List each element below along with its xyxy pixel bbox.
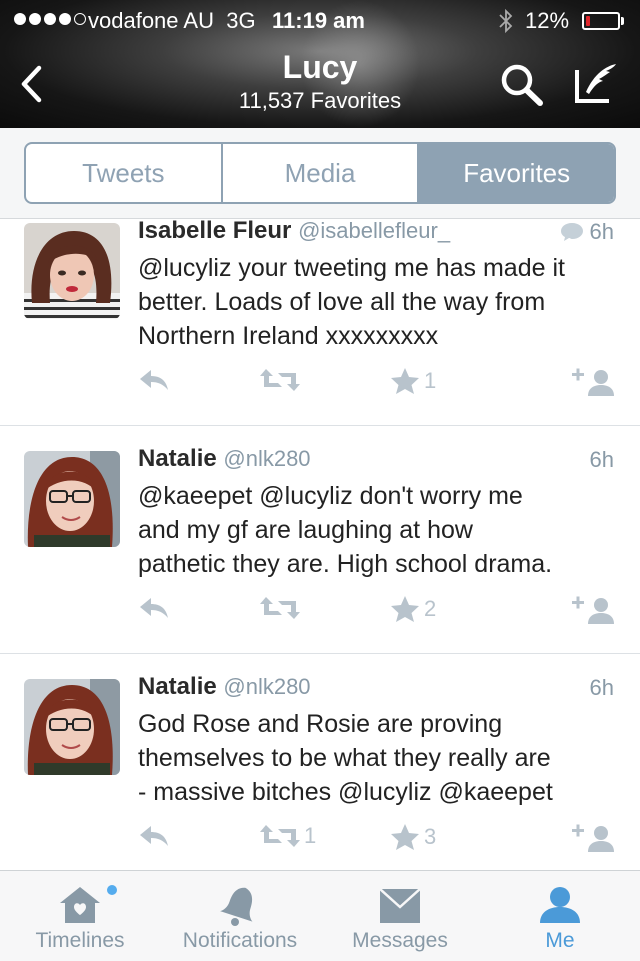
tweet-item[interactable]: Isabelle Fleur @isabellefleur_ 6h @lucyl… <box>0 219 640 426</box>
tweet-actions: 2 <box>138 595 618 627</box>
compose-tweet-icon[interactable] <box>572 60 622 106</box>
retweet-button[interactable] <box>260 367 304 393</box>
add-user-icon <box>572 596 614 624</box>
follow-button[interactable] <box>572 823 616 853</box>
tab-tweets[interactable]: Tweets <box>26 144 221 202</box>
star-icon <box>391 824 419 850</box>
bottom-tab-bar: Timelines Notifications Messages Me <box>0 870 640 961</box>
signal-strength-icon <box>14 13 86 25</box>
reply-bubble-icon <box>560 223 583 241</box>
tab-timelines[interactable]: Timelines <box>0 871 160 961</box>
profile-header: vodafone AU 3G 11:19 am 12% Lucy 11,537 … <box>0 0 640 128</box>
tweet-author[interactable]: Natalie @nlk280 <box>138 673 311 701</box>
retweet-button[interactable] <box>260 595 304 621</box>
tweet-item[interactable]: Natalie @nlk280 6h @kaeepet @lucyliz don… <box>0 425 640 654</box>
follow-button[interactable] <box>572 367 616 397</box>
battery-icon <box>582 12 620 30</box>
reply-icon <box>140 826 168 846</box>
reply-button[interactable] <box>138 823 170 849</box>
bell-icon <box>220 887 253 926</box>
bluetooth-icon <box>499 8 513 34</box>
favorite-button[interactable]: 2 <box>390 595 436 623</box>
new-activity-dot <box>107 885 117 895</box>
tab-label: Notifications <box>182 929 298 952</box>
star-icon <box>391 368 419 394</box>
add-user-icon <box>572 824 614 852</box>
tab-messages[interactable]: Messages <box>320 871 480 961</box>
tweet-timestamp: 6h <box>560 219 614 245</box>
tab-label: Me <box>545 929 575 952</box>
person-icon <box>540 887 580 923</box>
reply-icon <box>140 370 168 390</box>
tweet-author[interactable]: Isabelle Fleur @isabellefleur_ <box>138 219 450 245</box>
tweet-text: @lucyliz your tweeting me has made it bet… <box>138 254 565 350</box>
tab-label: Messages <box>352 929 448 952</box>
follow-button[interactable] <box>572 595 616 625</box>
tweet-item[interactable]: Natalie @nlk280 6h God Rose and Rosie ar… <box>0 653 640 870</box>
avatar[interactable] <box>24 679 120 775</box>
battery-percentage: 12% <box>525 8 570 33</box>
search-icon[interactable] <box>498 62 546 108</box>
profile-segmented-control: Tweets Media Favorites <box>24 142 616 204</box>
favorites-feed[interactable]: Isabelle Fleur @isabellefleur_ 6h @lucyl… <box>0 219 640 870</box>
tweet-timestamp: 6h <box>589 447 614 472</box>
tweet-actions: 1 <box>138 367 618 399</box>
tab-favorites[interactable]: Favorites <box>417 144 614 202</box>
status-bar: vodafone AU 3G 11:19 am 12% <box>0 0 640 40</box>
segment-bar: Tweets Media Favorites <box>0 128 640 219</box>
tweet-text: God Rose and Rosie are proving themselves… <box>138 710 553 806</box>
retweet-button[interactable]: 1 <box>260 823 316 849</box>
carrier-label: vodafone AU 3G <box>88 8 256 33</box>
retweet-count: 1 <box>304 823 317 848</box>
tweet-timestamp: 6h <box>589 675 614 700</box>
favorite-count: 3 <box>424 824 437 849</box>
favorite-button[interactable]: 1 <box>390 367 436 395</box>
reply-icon <box>140 598 168 618</box>
favorite-button[interactable]: 3 <box>390 823 436 851</box>
retweet-icon <box>260 597 300 619</box>
retweet-icon <box>260 369 300 391</box>
star-icon <box>391 596 419 622</box>
tweet-author[interactable]: Natalie @nlk280 <box>138 445 311 473</box>
envelope-icon <box>379 888 421 923</box>
tab-label: Timelines <box>35 929 125 952</box>
retweet-icon <box>260 825 300 847</box>
tab-media[interactable]: Media <box>220 144 418 202</box>
tweet-actions: 1 3 <box>138 823 618 855</box>
home-icon <box>60 887 100 923</box>
reply-button[interactable] <box>138 367 170 393</box>
tab-notifications[interactable]: Notifications <box>160 871 320 961</box>
avatar[interactable] <box>24 223 120 319</box>
reply-button[interactable] <box>138 595 170 621</box>
avatar[interactable] <box>24 451 120 547</box>
add-user-icon <box>572 368 614 396</box>
tweet-text: @kaeepet @lucyliz don't worry me and my g… <box>138 482 553 578</box>
tab-me[interactable]: Me <box>480 871 640 961</box>
clock: 11:19 am <box>272 8 365 33</box>
